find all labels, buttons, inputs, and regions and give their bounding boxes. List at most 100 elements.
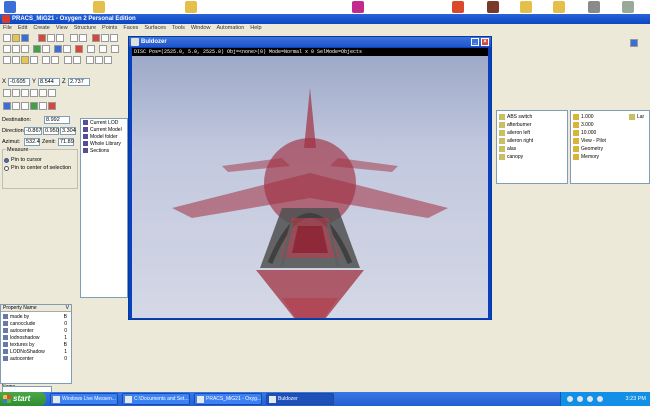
lod-item[interactable]: 1.000 bbox=[573, 113, 594, 121]
toolbar-button[interactable] bbox=[87, 45, 95, 53]
destination-field[interactable]: 8.992 bbox=[44, 116, 70, 124]
menu-create[interactable]: Create bbox=[33, 24, 50, 33]
open-file-button[interactable] bbox=[12, 34, 20, 42]
toolbar-button[interactable] bbox=[73, 56, 81, 64]
selection-item[interactable]: afterburner bbox=[499, 121, 531, 129]
desktop-shortcut-icon[interactable] bbox=[487, 1, 499, 13]
desktop-shortcut-icon[interactable] bbox=[520, 1, 532, 13]
toolbar-button[interactable] bbox=[48, 89, 56, 97]
toolbar-button[interactable] bbox=[12, 102, 20, 110]
menu-view[interactable]: View bbox=[56, 24, 68, 33]
menu-tools[interactable]: Tools bbox=[172, 24, 185, 33]
undo-button[interactable] bbox=[70, 34, 78, 42]
property-value-header[interactable]: V bbox=[66, 305, 69, 312]
toolbar-button[interactable] bbox=[21, 89, 29, 97]
x-field[interactable]: -0.605 bbox=[8, 78, 30, 86]
close-icon[interactable]: × bbox=[481, 38, 489, 46]
pin-to-center-radio[interactable] bbox=[4, 166, 9, 171]
task-messenger[interactable]: Windows Live Messen... bbox=[50, 393, 118, 405]
save-file-button[interactable] bbox=[21, 34, 29, 42]
menu-file[interactable]: File bbox=[3, 24, 12, 33]
selection-item[interactable]: aileron left bbox=[499, 129, 530, 137]
desktop-shortcut-icon[interactable] bbox=[588, 1, 600, 13]
toolbar-button[interactable] bbox=[3, 56, 11, 64]
tray-icon[interactable] bbox=[577, 396, 583, 402]
tree-item-current-model[interactable]: Current Model bbox=[83, 127, 122, 134]
start-button[interactable]: start bbox=[0, 392, 46, 406]
toolbar-button[interactable] bbox=[12, 56, 20, 64]
toolbar-button[interactable] bbox=[30, 89, 38, 97]
tree-item-model-folder[interactable]: Model folder bbox=[83, 134, 118, 141]
desktop-shortcut-icon[interactable] bbox=[93, 1, 105, 13]
toolbar-button[interactable] bbox=[30, 56, 38, 64]
paste-button[interactable] bbox=[56, 34, 64, 42]
property-row[interactable]: autocenter 0 bbox=[3, 328, 69, 335]
app-titlebar[interactable]: PRACS_MiG21 - Oxygen 2 Personal Edition bbox=[0, 14, 650, 24]
lod-item[interactable]: Geometry bbox=[573, 145, 603, 153]
task-oxygen[interactable]: PRACS_MiG21 - Oxyg... bbox=[194, 393, 262, 405]
lod-item[interactable]: 10.000 bbox=[573, 129, 596, 137]
minimize-icon[interactable]: _ bbox=[471, 38, 479, 46]
toolbar-button[interactable] bbox=[75, 45, 83, 53]
tray-icon[interactable] bbox=[597, 396, 603, 402]
stop-button[interactable] bbox=[92, 34, 100, 42]
point-tool-button[interactable] bbox=[33, 45, 41, 53]
tree-item-sections[interactable]: Sections bbox=[83, 148, 109, 155]
tree-item-whole-library[interactable]: Whole Library bbox=[83, 141, 121, 148]
menu-window[interactable]: Window bbox=[191, 24, 211, 33]
menu-surfaces[interactable]: Surfaces bbox=[144, 24, 166, 33]
direction-z-field[interactable]: 3.304 bbox=[60, 127, 76, 135]
toolbar-button[interactable] bbox=[101, 34, 109, 42]
toolbar-button[interactable] bbox=[12, 89, 20, 97]
toolbar-button[interactable] bbox=[104, 56, 112, 64]
menu-help[interactable]: Help bbox=[250, 24, 261, 33]
toolbar-button[interactable] bbox=[39, 102, 47, 110]
azimuth-field[interactable]: 532.4 bbox=[24, 138, 40, 146]
property-row[interactable]: LODNoShadow 1 bbox=[3, 349, 69, 356]
selection-item[interactable]: alas bbox=[499, 145, 516, 153]
menu-automation[interactable]: Automation bbox=[216, 24, 244, 33]
3d-viewport[interactable]: DISC Pos=(2525.0, 5.0, 2525.0) Obj=<none… bbox=[132, 48, 488, 318]
lod-extra-item[interactable]: Lar bbox=[629, 113, 644, 121]
desktop-shortcut-icon[interactable] bbox=[185, 1, 197, 13]
toolbar-button[interactable] bbox=[3, 89, 11, 97]
desktop-shortcut-icon[interactable] bbox=[553, 1, 565, 13]
toolbar-button[interactable] bbox=[30, 102, 38, 110]
toolbar-button[interactable] bbox=[64, 56, 72, 64]
toolbar-button[interactable] bbox=[21, 56, 29, 64]
zenith-field[interactable]: 71.89 bbox=[58, 138, 74, 146]
redo-button[interactable] bbox=[79, 34, 87, 42]
toolbar-button[interactable] bbox=[63, 45, 71, 53]
rotate-tool-button[interactable] bbox=[21, 45, 29, 53]
buldozer-titlebar[interactable]: Buldozer _ × bbox=[129, 37, 491, 47]
y-field[interactable]: 8.544 bbox=[38, 78, 60, 86]
cut-button[interactable] bbox=[38, 34, 46, 42]
menu-faces[interactable]: Faces bbox=[123, 24, 138, 33]
tray-icon[interactable] bbox=[587, 396, 593, 402]
desktop-shortcut-icon[interactable] bbox=[352, 1, 364, 13]
pin-to-cursor-radio[interactable] bbox=[4, 158, 9, 163]
selection-item[interactable]: canopy bbox=[499, 153, 523, 161]
copy-button[interactable] bbox=[47, 34, 55, 42]
toolbar-button[interactable] bbox=[39, 89, 47, 97]
lod-item[interactable]: Memory bbox=[573, 153, 599, 161]
face-tool-button[interactable] bbox=[42, 45, 50, 53]
task-explorer[interactable]: C:\Documents and Set... bbox=[122, 393, 190, 405]
new-file-button[interactable] bbox=[3, 34, 11, 42]
property-row[interactable]: made by B bbox=[3, 314, 69, 321]
property-row[interactable]: autocenter 0 bbox=[3, 356, 69, 363]
property-row[interactable]: textures by B bbox=[3, 342, 69, 349]
property-name-header[interactable]: Property Name bbox=[3, 305, 37, 311]
task-buldozer[interactable]: Buldozer bbox=[266, 393, 334, 405]
tray-icon[interactable] bbox=[567, 396, 573, 402]
toolbar-button[interactable] bbox=[111, 45, 119, 53]
select-tool-button[interactable] bbox=[3, 45, 11, 53]
lod-item[interactable]: View - Pilot bbox=[573, 137, 606, 145]
toolbar-button[interactable] bbox=[21, 102, 29, 110]
lod-item[interactable]: 3.000 bbox=[573, 121, 594, 129]
toolbar-button[interactable] bbox=[42, 56, 50, 64]
tree-item-current-lod[interactable]: Current LOD bbox=[83, 120, 118, 127]
help-icon[interactable] bbox=[630, 39, 638, 47]
menu-structure[interactable]: Structure bbox=[74, 24, 96, 33]
toolbar-button[interactable] bbox=[48, 102, 56, 110]
